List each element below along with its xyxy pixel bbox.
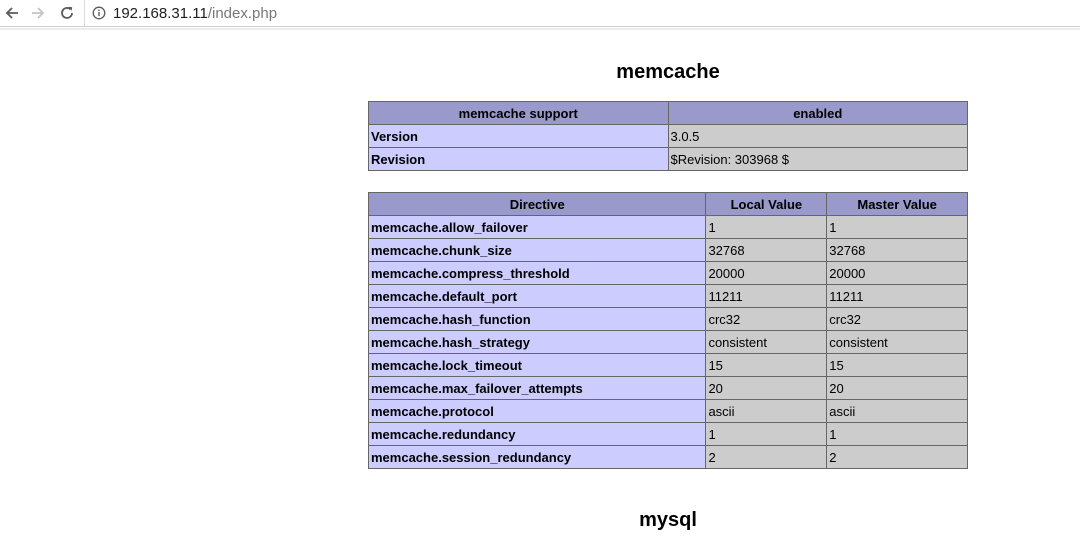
directive-cell: memcache.hash_function — [367, 307, 707, 331]
directive-cell: memcache.hash_strategy — [367, 330, 707, 354]
back-button[interactable] — [2, 3, 22, 23]
url-text[interactable]: 192.168.31.11/index.php — [113, 5, 277, 22]
local-value-cell: crc32 — [705, 307, 828, 331]
directive-cell: memcache.session_redundancy — [367, 445, 707, 469]
address-bar[interactable]: 192.168.31.11/index.php — [84, 0, 1080, 26]
table-header-row: Directive Local Value Master Value — [367, 192, 968, 216]
master-value-cell: 20 — [826, 376, 968, 400]
forward-button[interactable] — [28, 3, 48, 23]
master-value-cell: consistent — [826, 330, 968, 354]
local-value-cell: 20 — [705, 376, 828, 400]
directive-cell: memcache.compress_threshold — [367, 261, 707, 285]
header-cell: Local Value — [705, 192, 828, 216]
master-value-cell: 1 — [826, 422, 968, 446]
master-value-cell: 2 — [826, 445, 968, 469]
master-value-cell: 11211 — [826, 284, 968, 308]
key-cell: Revision — [368, 147, 669, 171]
header-cell: enabled — [667, 101, 968, 125]
master-value-cell: crc32 — [826, 307, 968, 331]
memcache-directives-table: Directive Local Value Master Value memca… — [367, 192, 968, 469]
master-value-cell: ascii — [826, 399, 968, 423]
arrow-left-icon — [4, 5, 20, 21]
table-row: memcache.max_failover_attempts 20 20 — [367, 376, 968, 400]
local-value-cell: 11211 — [705, 284, 828, 308]
url-host: 192.168.31.11 — [113, 4, 208, 22]
value-cell: $Revision: 303968 $ — [667, 147, 968, 171]
directive-cell: memcache.default_port — [367, 284, 707, 308]
local-value-cell: 1 — [705, 422, 828, 446]
table-row: memcache.protocol ascii ascii — [367, 399, 968, 423]
table-row: memcache.hash_function crc32 crc32 — [367, 307, 968, 331]
local-value-cell: 32768 — [705, 238, 828, 262]
value-cell: 3.0.5 — [667, 124, 968, 148]
directive-cell: memcache.allow_failover — [367, 215, 707, 239]
reload-icon — [59, 5, 75, 21]
section-title-mysql: mysql — [639, 509, 697, 531]
table-row: memcache.chunk_size 32768 32768 — [367, 238, 968, 262]
table-row: memcache.hash_strategy consistent consis… — [367, 330, 968, 354]
info-icon[interactable] — [92, 6, 106, 20]
directive-cell: memcache.chunk_size — [367, 238, 707, 262]
section-title-memcache: memcache — [616, 61, 720, 83]
directive-cell: memcache.protocol — [367, 399, 707, 423]
arrow-right-icon — [30, 5, 46, 21]
browser-toolbar: 192.168.31.11/index.php — [0, 0, 1080, 27]
table-row: memcache.allow_failover 1 1 — [367, 215, 968, 239]
master-value-cell: 20000 — [826, 261, 968, 285]
directive-cell: memcache.redundancy — [367, 422, 707, 446]
table-row: memcache.lock_timeout 15 15 — [367, 353, 968, 377]
directive-cell: memcache.lock_timeout — [367, 353, 707, 377]
memcache-support-table: memcache support enabled Version 3.0.5 R… — [368, 101, 968, 171]
table-row: memcache.session_redundancy 2 2 — [367, 445, 968, 469]
directive-cell: memcache.max_failover_attempts — [367, 376, 707, 400]
local-value-cell: consistent — [705, 330, 828, 354]
table-row: Version 3.0.5 — [368, 124, 968, 148]
page-content: memcache memcache support enabled Versio… — [367, 58, 968, 531]
reload-button[interactable] — [57, 3, 77, 23]
local-value-cell: 2 — [705, 445, 828, 469]
key-cell: Version — [368, 124, 669, 148]
url-path: /index.php — [207, 4, 278, 22]
header-cell: Directive — [367, 192, 707, 216]
toolbar-divider — [0, 28, 1080, 31]
table-header-row: memcache support enabled — [368, 101, 968, 125]
header-cell: memcache support — [368, 101, 669, 125]
local-value-cell: 20000 — [705, 261, 828, 285]
master-value-cell: 32768 — [826, 238, 968, 262]
table-row: memcache.redundancy 1 1 — [367, 422, 968, 446]
master-value-cell: 15 — [826, 353, 968, 377]
table-row: memcache.compress_threshold 20000 20000 — [367, 261, 968, 285]
table-row: memcache.default_port 11211 11211 — [367, 284, 968, 308]
local-value-cell: 15 — [705, 353, 828, 377]
local-value-cell: 1 — [705, 215, 828, 239]
header-cell: Master Value — [826, 192, 968, 216]
local-value-cell: ascii — [705, 399, 828, 423]
master-value-cell: 1 — [826, 215, 968, 239]
table-row: Revision $Revision: 303968 $ — [368, 147, 968, 171]
